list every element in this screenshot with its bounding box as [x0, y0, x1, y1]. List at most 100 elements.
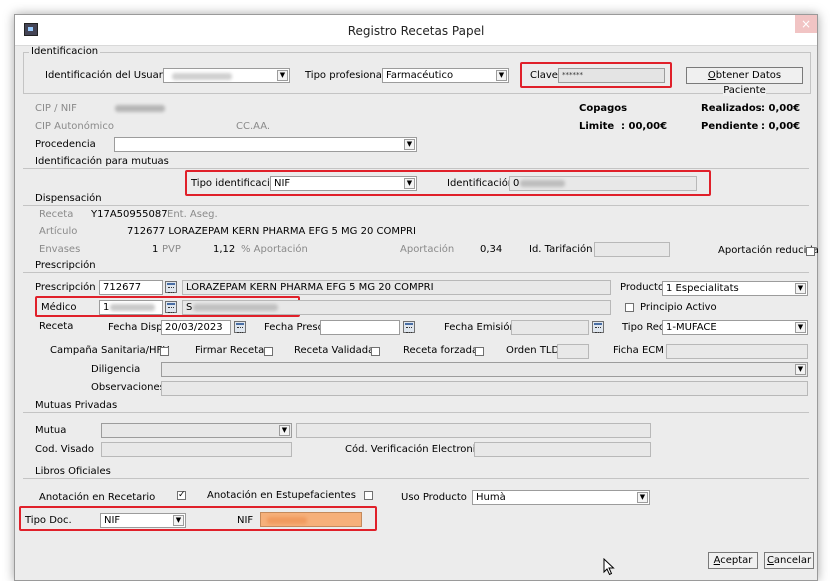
- aceptar-label: ceptar: [720, 555, 753, 566]
- diligencia-label: Diligencia: [91, 364, 141, 375]
- tipo-profesional-dropdown[interactable]: Farmacéutico ▼: [382, 68, 509, 83]
- medico-name-input[interactable]: S: [182, 300, 611, 315]
- orden-tld-label: Orden TLD: [506, 345, 560, 356]
- limite-value: : 00,00€: [621, 121, 668, 132]
- uso-producto-dropdown[interactable]: Humà ▼: [472, 490, 650, 505]
- prescripcion-code-input[interactable]: 712677: [99, 280, 163, 295]
- principio-activo-checkbox[interactable]: [625, 303, 634, 312]
- obtener-datos-paciente-button[interactable]: Obtener Datos Paciente: [686, 67, 803, 96]
- pendiente-label: Pendiente: [701, 121, 759, 132]
- nif-label: NIF: [237, 515, 254, 526]
- pct-aportacion-label: % Aportación: [241, 244, 308, 255]
- mutua-desc-input[interactable]: [296, 423, 651, 438]
- divider: [23, 412, 809, 413]
- close-button[interactable]: ×: [795, 15, 817, 33]
- tipo-identificacion-value: NIF: [274, 178, 291, 189]
- chevron-down-icon: ▼: [404, 178, 415, 189]
- chevron-down-icon: ▼: [404, 139, 415, 150]
- cip-autonomico-label: CIP Autonómico: [35, 121, 114, 132]
- chevron-down-icon: ▼: [279, 425, 290, 436]
- mutua-label: Mutua: [35, 425, 67, 436]
- medico-code-input[interactable]: 1: [99, 300, 163, 315]
- chevron-down-icon: ▼: [637, 492, 648, 503]
- firmar-checkbox[interactable]: [264, 347, 273, 356]
- tipo-doc-label: Tipo Doc.: [25, 515, 72, 526]
- chevron-down-icon: ▼: [795, 364, 806, 375]
- articulo-label: Artículo: [39, 226, 78, 237]
- tipo-rec-dropdown[interactable]: 1-MUFACE ▼: [662, 320, 808, 335]
- cod-verificacion-input[interactable]: [474, 442, 651, 457]
- fecha-disp-label: Fecha Disp: [108, 322, 163, 333]
- ficha-ecm-input[interactable]: [666, 344, 808, 359]
- aceptar-button[interactable]: Aceptar: [708, 552, 758, 569]
- articulo-value: 712677 LORAZEPAM KERN PHARMA EFG 5 MG 20…: [127, 226, 416, 237]
- fecha-emision-input[interactable]: [511, 320, 589, 335]
- diligencia-dropdown[interactable]: ▼: [161, 362, 808, 377]
- window-title: Registro Recetas Papel: [347, 24, 485, 38]
- realizados-value: : 0,00€: [761, 103, 801, 114]
- anotacion-estupefacientes-checkbox[interactable]: [364, 491, 373, 500]
- cod-visado-input[interactable]: [101, 442, 292, 457]
- campana-label: Campaña Sanitaria/HFH: [50, 345, 170, 356]
- dispensacion-title: Dispensación: [35, 193, 102, 204]
- tipo-profesional-label: Tipo profesional: [305, 70, 385, 81]
- identificacion-input[interactable]: 0: [509, 176, 697, 191]
- pendiente-value: : 0,00€: [761, 121, 801, 132]
- campana-checkbox[interactable]: [160, 347, 169, 356]
- divider: [23, 168, 809, 169]
- divider: [23, 205, 809, 206]
- anotacion-recetario-label: Anotación en Recetario: [39, 492, 156, 503]
- tipo-identificacion-label: Tipo identificación: [191, 178, 283, 189]
- aportacion-reducida-checkbox[interactable]: [806, 247, 815, 256]
- tipo-rec-label: Tipo Rec: [622, 322, 665, 333]
- pvp-label: PVP: [162, 244, 181, 255]
- fecha-disp-input[interactable]: 20/03/2023: [161, 320, 231, 335]
- nif-input[interactable]: [260, 512, 362, 527]
- obtener-mnemonic: O: [707, 70, 716, 81]
- medico-name-redacted: [193, 304, 278, 311]
- chevron-down-icon: ▼: [173, 515, 184, 526]
- medico-code-redacted: [110, 304, 155, 311]
- tipo-identificacion-dropdown[interactable]: NIF ▼: [270, 176, 417, 191]
- calendar-icon[interactable]: [592, 321, 604, 333]
- prescripcion-title: Prescripción: [35, 260, 96, 271]
- identificacion-value: 0: [513, 178, 520, 189]
- mutua-dropdown[interactable]: ▼: [101, 423, 292, 438]
- producto-value: 1 Especialitats: [666, 283, 739, 294]
- calendar-icon[interactable]: [403, 321, 415, 333]
- validada-checkbox[interactable]: [371, 347, 380, 356]
- observaciones-label: Observaciones: [91, 382, 165, 393]
- nif-redacted: [267, 517, 307, 524]
- cod-visado-label: Cod. Visado: [35, 444, 95, 455]
- calendar-icon[interactable]: [234, 321, 246, 333]
- cancelar-label: ancelar: [773, 555, 812, 566]
- chevron-down-icon: ▼: [795, 283, 806, 294]
- prescripcion-desc-input[interactable]: LORAZEPAM KERN PHARMA EFG 5 MG 20 COMPRI: [182, 280, 611, 295]
- usuario-dropdown[interactable]: ▼: [163, 68, 290, 83]
- divider: [23, 272, 809, 273]
- fecha-presc-input[interactable]: [320, 320, 400, 335]
- orden-tld-input[interactable]: [557, 344, 589, 359]
- usuario-label: Identificación del Usuario: [45, 70, 172, 81]
- lookup-icon[interactable]: [165, 301, 177, 313]
- fecha-emision-label: Fecha Emisión: [444, 322, 516, 333]
- clave-input[interactable]: ******: [558, 68, 665, 83]
- title-bar: Registro Recetas Papel ×: [15, 15, 817, 46]
- procedencia-label: Procedencia: [35, 139, 96, 150]
- anotacion-recetario-checkbox[interactable]: ✓: [177, 491, 186, 500]
- prescripcion-label: Prescripción: [35, 282, 96, 293]
- id-tarifacion-label: Id. Tarifación: [529, 244, 593, 255]
- mutuas-ident-title: Identificación para mutuas: [35, 156, 169, 167]
- receta-row-label: Receta: [39, 321, 74, 332]
- cancelar-button[interactable]: Cancelar: [764, 552, 814, 569]
- producto-dropdown[interactable]: 1 Especialitats ▼: [662, 281, 808, 296]
- observaciones-input[interactable]: [161, 381, 808, 396]
- chevron-down-icon: ▼: [496, 70, 507, 81]
- envases-value: 1: [152, 244, 159, 255]
- id-tarifacion-input[interactable]: [594, 242, 670, 257]
- forzada-checkbox[interactable]: [475, 347, 484, 356]
- tipo-doc-dropdown[interactable]: NIF ▼: [100, 513, 186, 528]
- uso-producto-label: Uso Producto: [401, 492, 467, 503]
- lookup-icon[interactable]: [165, 281, 177, 293]
- procedencia-dropdown[interactable]: ▼: [114, 137, 417, 152]
